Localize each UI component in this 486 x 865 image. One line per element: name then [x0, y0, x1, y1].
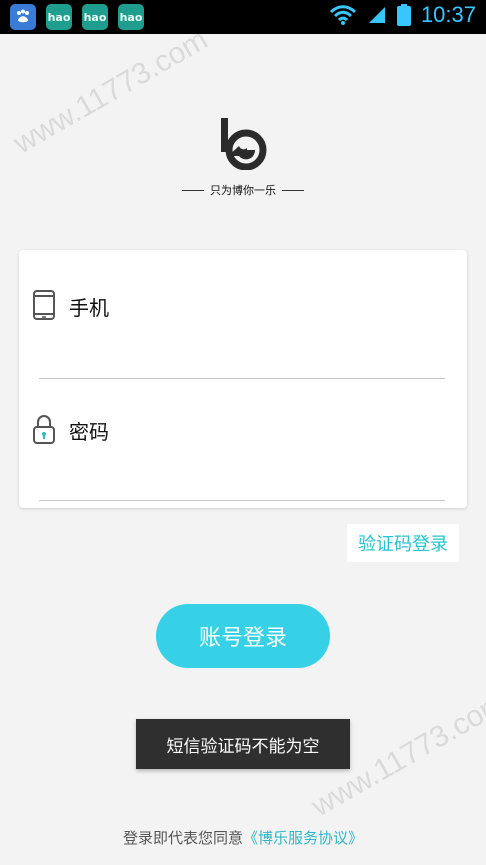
slogan-divider-right	[282, 189, 304, 191]
wifi-icon	[329, 5, 356, 25]
agreement-text: 登录即代表您同意《博乐服务协议》	[0, 827, 486, 848]
baidu-app-icon	[10, 4, 36, 30]
slogan-divider-left	[182, 189, 204, 191]
notification-icons: hao hao hao	[10, 4, 144, 30]
slogan: 只为博你一乐	[182, 182, 304, 198]
paw-icon	[17, 9, 29, 23]
login-card: 手机 密码	[19, 250, 467, 508]
clock: 10:37	[420, 2, 476, 27]
signal-icon	[368, 7, 385, 23]
service-agreement-link[interactable]: 《博乐服务协议》	[243, 829, 363, 847]
slogan-text: 只为博你一乐	[210, 184, 276, 197]
sms-login-link[interactable]: 验证码登录	[347, 524, 459, 562]
password-label: 密码	[69, 420, 109, 444]
hao-app-icon: hao	[118, 4, 144, 30]
phone-label: 手机	[69, 296, 109, 320]
hao-app-icon: hao	[82, 4, 108, 30]
battery-icon	[396, 4, 411, 26]
hao-app-icon: hao	[46, 4, 72, 30]
agreement-prefix: 登录即代表您同意	[122, 829, 243, 847]
watermark-top: www.11773.com	[8, 22, 214, 161]
phone-icon	[33, 290, 55, 320]
phone-field-underline	[39, 378, 445, 379]
password-field-underline	[39, 500, 445, 501]
toast-message: 短信验证码不能为空	[136, 719, 350, 769]
system-indicators: 10:37	[329, 2, 476, 28]
lock-icon	[33, 414, 55, 444]
account-login-button[interactable]: 账号登录	[156, 604, 330, 668]
logo-icon	[221, 118, 267, 170]
status-bar: hao hao hao 10:37	[0, 0, 486, 34]
